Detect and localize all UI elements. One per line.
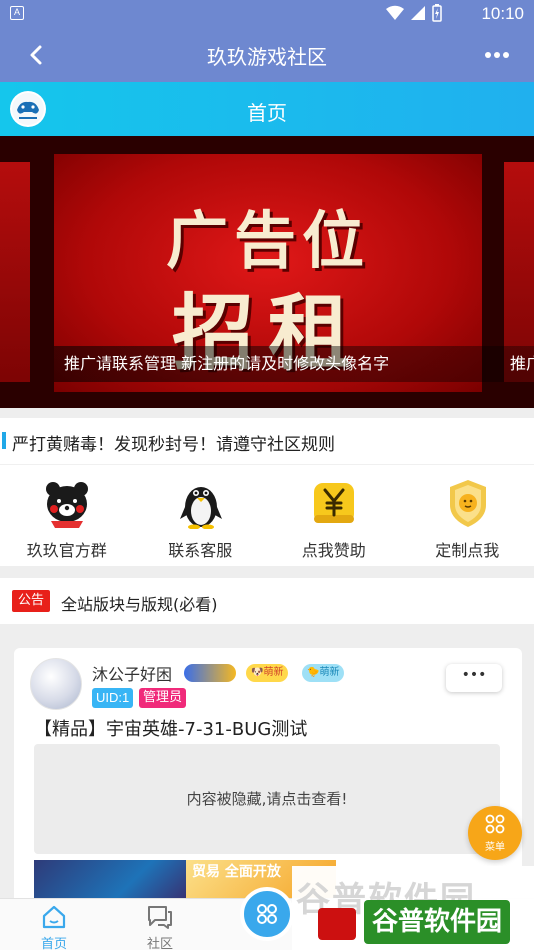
tab-home-label: 首页 (40, 937, 67, 950)
tab-community-label: 社区 (146, 937, 173, 950)
more-options-icon[interactable] (482, 42, 512, 68)
post-title[interactable]: 【精品】宇宙英雄-7-31-BUG测试 (34, 715, 307, 741)
uid-badge: UID:1 (92, 688, 134, 708)
quick-link-label: 联系客服 (168, 541, 233, 560)
hidden-content-box[interactable]: 内容被隐藏,请点击查看! (34, 744, 500, 854)
floating-menu-label: 菜单 (485, 842, 505, 853)
ad-banner[interactable]: 广告位 招租 推广请联系管理 新注册的请及时修改头像名字 推广 (0, 136, 534, 408)
home-header: 首页 (0, 82, 534, 136)
home-icon (42, 905, 66, 929)
notification-icon: A (10, 6, 24, 20)
quick-link-label: 玖玖官方群 (26, 541, 107, 560)
quick-link-label: 点我赞助 (301, 541, 366, 560)
status-bar: A 10:10 (0, 0, 534, 28)
quick-link-customer-service[interactable]: 联系客服 (134, 465, 268, 566)
tab-community[interactable]: 社区 (120, 899, 200, 950)
announcement-text: 全站版块与版规(必看) (61, 595, 218, 614)
notice-text: 严打黄赌毒！发现秒封号！请遵守社区规则 (12, 435, 335, 455)
post-username[interactable]: 沐公子好困 (92, 661, 172, 685)
banner-caption: 推广请联系管理 新注册的请及时修改头像名字 (54, 346, 534, 382)
wifi-icon (386, 5, 404, 21)
level-medal-icon (184, 664, 236, 682)
grid-icon (485, 814, 505, 834)
watermark-logo-icon (318, 908, 356, 940)
quick-link-label: 定制点我 (435, 541, 500, 560)
banner-next-caption: 推广 (510, 354, 534, 373)
watermark-text: 谷普软件园 (364, 900, 511, 944)
signal-icon (411, 6, 425, 20)
notice-accent-bar (2, 432, 6, 449)
floating-menu-button[interactable]: 菜单 (468, 806, 522, 860)
medal-new2-badge: 🐤萌新 (302, 664, 345, 682)
announcement-badge: 公告 (12, 590, 50, 612)
grid-icon (257, 904, 277, 924)
app-title-bar: 玖玖游戏社区 (0, 28, 534, 82)
chat-icon (148, 906, 172, 929)
center-action-button[interactable] (240, 887, 294, 941)
battery-icon (432, 4, 442, 22)
avatar[interactable] (30, 658, 82, 710)
page-title: 首页 (247, 101, 287, 125)
medal-new-badge: 🐶萌新 (246, 664, 289, 682)
quick-link-customize[interactable]: 定制点我 (401, 465, 534, 566)
chick-icon: 🐤 (307, 667, 320, 678)
quick-link-official-group[interactable]: 玖玖官方群 (0, 465, 134, 566)
doge-icon: 🐶 (251, 667, 264, 678)
rules-notice[interactable]: 严打黄赌毒！发现秒封号！请遵守社区规则 (0, 418, 534, 464)
announcement-row[interactable]: 公告 全站版块与版规(必看) (0, 578, 534, 624)
yuan-coin-icon (314, 483, 354, 523)
watermark-overlay: 谷普软件园 谷普软件园 (292, 866, 534, 950)
penguin-icon (179, 487, 222, 529)
gold-badge-icon (449, 480, 486, 527)
banner-prev-slide (0, 162, 30, 382)
medal-new2-text: 萌新 (319, 667, 340, 678)
tab-home[interactable]: 首页 (14, 899, 94, 950)
role-badge: 管理员 (139, 688, 187, 708)
status-icons (386, 4, 442, 22)
quick-links: 玖玖官方群 联系客服 点我赞助 定制点我 (0, 464, 534, 566)
post-more-button[interactable]: ••• (446, 664, 502, 692)
medal-new-text: 萌新 (263, 667, 284, 678)
app-title: 玖玖游戏社区 (207, 45, 327, 69)
bear-icon (46, 482, 88, 528)
quick-link-sponsor[interactable]: 点我赞助 (267, 465, 401, 566)
clock: 10:10 (481, 4, 524, 23)
